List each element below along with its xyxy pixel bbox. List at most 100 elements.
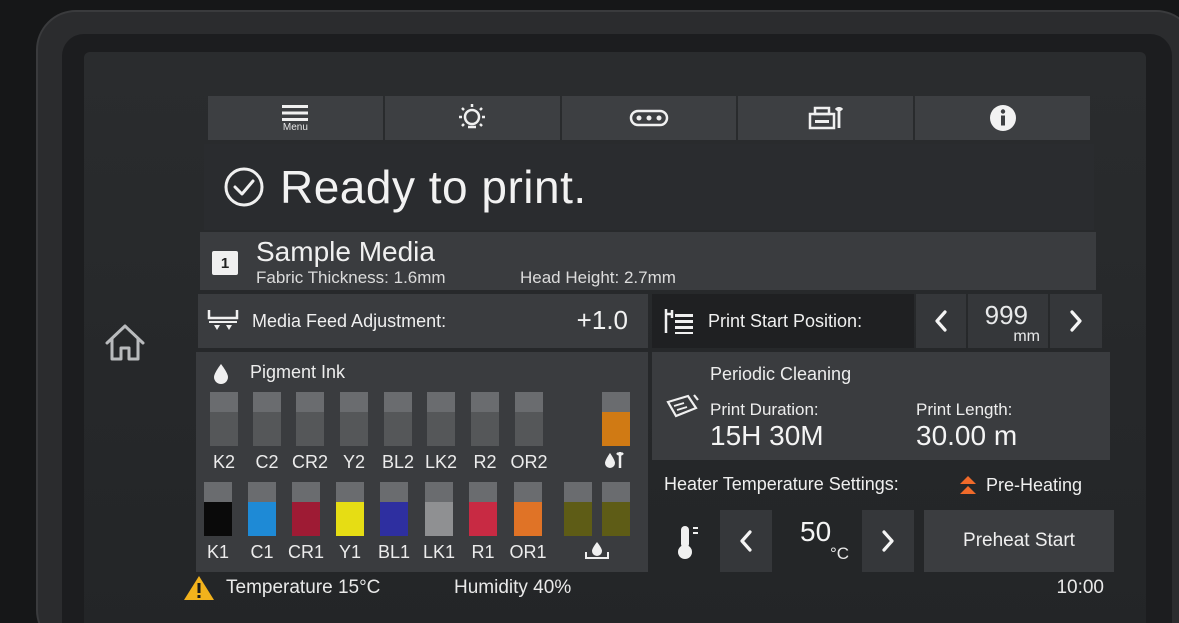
info-icon xyxy=(989,105,1016,131)
media-feed-icon xyxy=(207,310,239,330)
media-feed-value: +1.0 xyxy=(576,305,628,335)
print-start-number: 999 xyxy=(984,300,1028,330)
home-button[interactable] xyxy=(98,318,152,366)
preheat-start-button[interactable]: Preheat Start xyxy=(924,510,1114,572)
heater-decrease-button[interactable] xyxy=(720,510,772,572)
home-icon xyxy=(105,324,145,361)
waste-ink-bottle xyxy=(602,482,630,536)
ink-level xyxy=(427,412,455,446)
ink-label: Y1 xyxy=(338,542,362,562)
ink-status-panel[interactable]: Pigment Ink K2 C2 CR2 Y2 BL2 LK2 R2 OR2 xyxy=(196,352,648,572)
ink-cartridge: LK2 xyxy=(425,392,457,472)
lamp-icon xyxy=(459,104,486,129)
media-settings-panel[interactable]: 1 Sample Media Fabric Thickness: 1.6mm H… xyxy=(200,232,1096,290)
print-duration-label: Print Duration: xyxy=(710,400,819,419)
media-name: Sample Media xyxy=(256,236,435,267)
ink-label: R2 xyxy=(473,452,497,472)
print-start-icon xyxy=(664,309,693,334)
waste-ink-level xyxy=(564,502,592,536)
ink-level xyxy=(296,412,324,446)
ink-label: R1 xyxy=(471,542,495,562)
ink-level xyxy=(253,412,281,446)
media-transport-button[interactable] xyxy=(561,96,737,140)
cleaning-liquid-cartridge xyxy=(602,392,630,446)
ink-level xyxy=(384,412,412,446)
clock: 10:00 xyxy=(1056,577,1104,598)
ink-level xyxy=(425,502,453,536)
humidity-readout: Humidity 40% xyxy=(454,577,572,598)
ink-label: Y2 xyxy=(342,452,366,472)
ink-cartridge: C1 xyxy=(248,482,276,562)
chevron-left-icon xyxy=(935,310,947,332)
pre-heating-label: Pre-Heating xyxy=(986,474,1083,495)
top-toolbar: Menu xyxy=(208,96,1090,140)
check-circle-icon xyxy=(224,167,264,207)
chevron-left-icon xyxy=(740,530,752,552)
print-start-unit: mm xyxy=(1013,328,1040,345)
media-thickness: Fabric Thickness: 1.6mm xyxy=(256,268,446,287)
cleaning-icon xyxy=(666,394,699,418)
print-start-label: Print Start Position: xyxy=(708,310,863,331)
ink-cartridge: BL2 xyxy=(382,392,414,472)
ink-label: C1 xyxy=(250,542,274,562)
media-number-badge: 1 xyxy=(212,251,238,275)
ink-cartridge: LK1 xyxy=(423,482,455,562)
maintenance-button[interactable] xyxy=(738,96,914,140)
heater-temperature-value: 50 xyxy=(800,516,832,547)
ink-cartridge: OR1 xyxy=(509,482,547,562)
cleaning-liquid-level xyxy=(602,412,630,446)
status-banner: Ready to print. xyxy=(204,144,1094,230)
status-title: Ready to print. xyxy=(280,161,587,213)
temperature-readout: Temperature 15°C xyxy=(226,577,381,598)
ink-level xyxy=(340,412,368,446)
ink-level xyxy=(204,502,232,536)
ink-label: CR1 xyxy=(287,542,324,562)
head-height: Head Height: 2.7mm xyxy=(520,268,676,287)
heater-panel: Heater Temperature Settings: Pre-Heating… xyxy=(652,464,1114,574)
ink-level xyxy=(210,412,238,446)
double-up-arrow-icon xyxy=(960,476,976,494)
print-start-value[interactable]: 999 mm xyxy=(968,294,1048,348)
pre-heating-status: Pre-Heating xyxy=(958,474,1082,496)
conveyor-icon xyxy=(629,109,669,127)
chevron-right-icon xyxy=(882,530,894,552)
ink-label: CR2 xyxy=(291,452,328,472)
drops-wrench-icon xyxy=(605,452,624,468)
info-button[interactable] xyxy=(915,96,1090,140)
heater-increase-button[interactable] xyxy=(862,510,914,572)
waste-ink-icon xyxy=(585,542,609,559)
cleaning-title: Periodic Cleaning xyxy=(710,364,852,384)
print-duration-value: 15H 30M xyxy=(710,420,824,451)
status-footer: Temperature 15°C Humidity 40% 10:00 xyxy=(182,574,1112,602)
ink-cartridge: CR1 xyxy=(288,482,324,562)
ink-drop-icon xyxy=(214,364,228,384)
media-feed-label: Media Feed Adjustment: xyxy=(252,310,447,331)
media-feed-adjustment-button[interactable]: Media Feed Adjustment: +1.0 xyxy=(198,294,648,348)
print-start-decrease-button[interactable] xyxy=(916,294,966,348)
menu-icon xyxy=(282,104,309,121)
menu-label: Menu xyxy=(282,121,308,133)
thermometer-icon xyxy=(678,526,698,559)
ink-label: BL1 xyxy=(377,542,411,562)
ink-cartridge: Y2 xyxy=(340,392,368,472)
periodic-cleaning-panel[interactable]: Periodic Cleaning Print Duration: 15H 30… xyxy=(652,352,1110,460)
ink-cartridge: K1 xyxy=(204,482,232,562)
warning-icon xyxy=(184,576,214,600)
ink-cartridge: R2 xyxy=(471,392,499,472)
ink-label: K1 xyxy=(206,542,230,562)
print-start-position-panel: Print Start Position: xyxy=(652,294,914,348)
ink-cartridge: BL1 xyxy=(378,482,410,562)
print-start-increase-button[interactable] xyxy=(1050,294,1102,348)
heater-temperature-unit: °C xyxy=(830,544,850,563)
ink-label: OR1 xyxy=(509,542,547,562)
ink-cartridge: OR2 xyxy=(510,392,548,472)
waste-ink-level xyxy=(602,502,630,536)
ink-cartridge: C2 xyxy=(253,392,281,472)
lamp-button[interactable] xyxy=(384,96,560,140)
ink-level xyxy=(248,502,276,536)
menu-button[interactable]: Menu xyxy=(208,96,383,140)
ink-cartridge: R1 xyxy=(469,482,497,562)
ink-label: LK1 xyxy=(422,542,456,562)
ink-level xyxy=(471,412,499,446)
ink-cartridge: Y1 xyxy=(336,482,364,562)
